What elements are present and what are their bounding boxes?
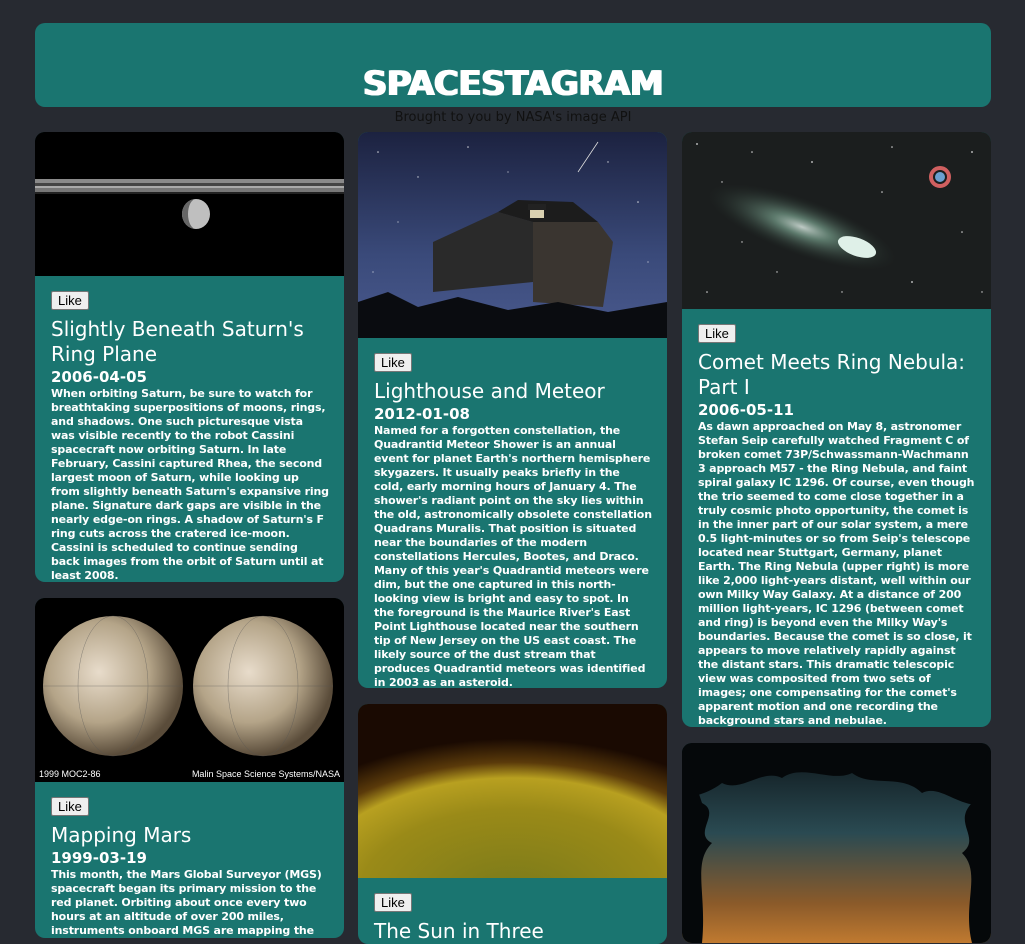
post-date: 2006-05-11 <box>698 401 794 419</box>
post-image: 1999 MOC2-86 Malin Space Science Systems… <box>35 598 344 782</box>
like-button[interactable]: Like <box>374 353 412 372</box>
like-button[interactable]: Like <box>374 893 412 912</box>
saturn-rings-image <box>35 132 344 276</box>
post-card: Like Comet Meets Ring Nebula: Part I 200… <box>682 132 991 727</box>
post-description: Named for a forgotten constellation, the… <box>374 424 652 688</box>
post-card: Like Lighthouse and Meteor 2012-01-08 Na… <box>358 132 667 688</box>
like-button[interactable]: Like <box>51 291 89 310</box>
lighthouse-image <box>358 132 667 338</box>
app-header: SPACESTAGRAM Brought to you by NASA's im… <box>35 23 991 124</box>
post-title: Comet Meets Ring Nebula: Part I <box>698 350 966 399</box>
image-caption-left: 1999 MOC2-86 <box>39 769 101 779</box>
post-title: The Sun in Three <box>374 919 544 943</box>
post-body: Like The Sun in Three <box>358 878 667 944</box>
comet-image <box>682 132 991 309</box>
post-body: Like Mapping Mars 1999-03-19 This month,… <box>35 782 344 938</box>
post-card: Like Slightly Beneath Saturn's Ring Plan… <box>35 132 344 582</box>
post-title: Lighthouse and Meteor <box>374 379 605 403</box>
post-card <box>682 743 991 943</box>
post-body: Like Slightly Beneath Saturn's Ring Plan… <box>35 276 344 582</box>
post-card: Like The Sun in Three <box>358 704 667 944</box>
trees-sky-image <box>682 743 991 943</box>
post-title: Slightly Beneath Saturn's Ring Plane <box>51 317 304 366</box>
post-date: 1999-03-19 <box>51 849 147 867</box>
post-description: When orbiting Saturn, be sure to watch f… <box>51 387 329 582</box>
app-title: SPACESTAGRAM <box>362 64 664 104</box>
post-image <box>682 132 991 309</box>
post-image <box>358 132 667 338</box>
post-image <box>358 704 667 878</box>
post-image <box>682 743 991 943</box>
post-date: 2006-04-05 <box>51 368 147 386</box>
post-image <box>35 132 344 276</box>
post-description: As dawn approached on May 8, astronomer … <box>698 420 975 727</box>
mars-globes-image: 1999 MOC2-86 Malin Space Science Systems… <box>35 598 344 782</box>
sun-image <box>358 704 667 878</box>
post-card: 1999 MOC2-86 Malin Space Science Systems… <box>35 598 344 938</box>
post-title: Mapping Mars <box>51 823 192 847</box>
like-button[interactable]: Like <box>51 797 89 816</box>
post-body: Like Comet Meets Ring Nebula: Part I 200… <box>682 309 991 727</box>
image-caption-right: Malin Space Science Systems/NASA <box>192 769 340 779</box>
post-body: Like Lighthouse and Meteor 2012-01-08 Na… <box>358 338 667 688</box>
post-date: 2012-01-08 <box>374 405 470 423</box>
app-subtitle: Brought to you by NASA's image API <box>394 110 632 125</box>
like-button[interactable]: Like <box>698 324 736 343</box>
post-description: This month, the Mars Global Surveyor (MG… <box>51 868 322 937</box>
